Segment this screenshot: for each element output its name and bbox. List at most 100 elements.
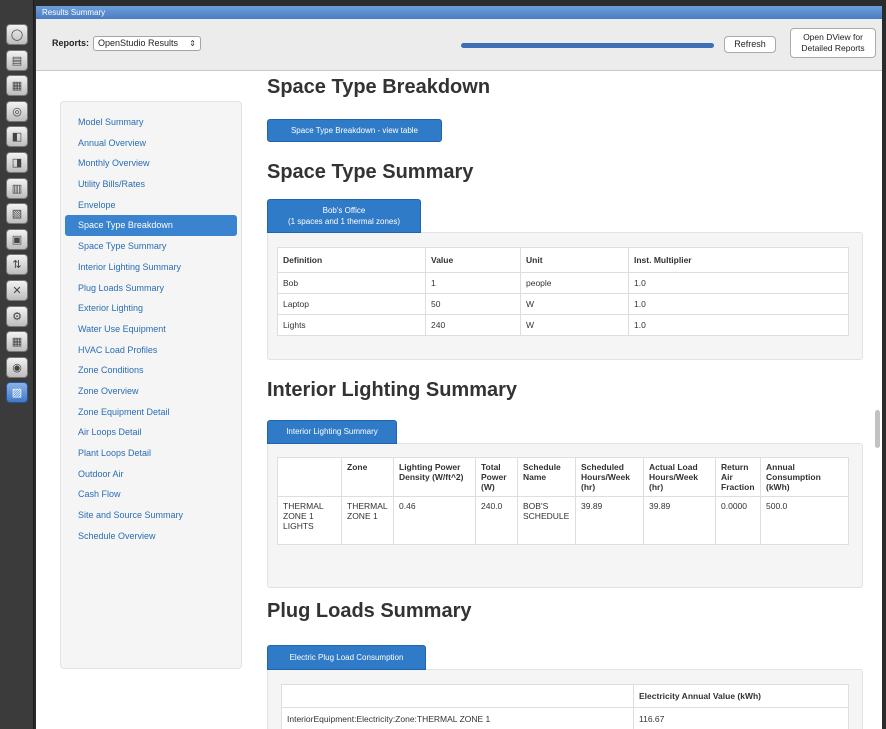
nav-item[interactable]: Interior Lighting Summary (61, 257, 241, 278)
table-cell: THERMAL ZONE 1 (341, 496, 394, 545)
space-type-table: Definition Value Unit Inst. Multiplier Bob 1 p… (277, 247, 849, 336)
dview-line-2: Detailed Reports (801, 43, 865, 53)
spaces-icon-glyph: ▥ (11, 181, 23, 195)
report-content[interactable]: Model Summary Annual Overview Monthly Over… (36, 72, 882, 729)
geometry-icon[interactable]: ◧ (6, 126, 28, 148)
column-header: Definition (277, 247, 426, 273)
column-header (281, 684, 634, 708)
facility-icon[interactable]: ◨ (6, 152, 28, 173)
table-cell: 39.89 (643, 496, 716, 545)
nav-item[interactable]: Monthly Overview (61, 153, 241, 174)
table-cell: 50 (425, 293, 521, 315)
table-cell: Laptop (277, 293, 426, 315)
tab-subtitle: (1 spaces and 1 thermal zones) (287, 217, 401, 226)
nav-item[interactable]: Space Type Breakdown (65, 215, 237, 237)
scripts-icon-glyph: ◉ (12, 360, 22, 374)
nav-item[interactable]: Exterior Lighting (61, 298, 241, 319)
table-cell: THERMAL ZONE 1 LIGHTS (277, 496, 342, 545)
summary-icon-glyph: ▨ (11, 386, 23, 400)
open-dview-button[interactable]: Open DView for Detailed Reports (790, 28, 876, 58)
run-icon[interactable]: ⚙ (6, 305, 28, 327)
measures-icon-glyph: ✕ (12, 284, 22, 297)
column-header: Scheduled Hours/Week (hr) (575, 457, 644, 497)
run-icon-glyph: ⚙ (12, 309, 22, 323)
table-row: Bob 1 people 1.0 (277, 272, 849, 294)
nav-item[interactable]: HVAC Load Profiles (61, 340, 241, 361)
table-cell: W (520, 293, 629, 315)
nav-item[interactable]: Model Summary (61, 112, 241, 133)
interior-lighting-table: Zone Lighting Power Density (W/ft^2) Total… (277, 457, 849, 545)
tab-title: Bob's Office (322, 206, 366, 215)
table-cell: Bob (277, 272, 426, 294)
column-header: Schedule Name (517, 457, 576, 497)
outputs-icon[interactable]: ⇅ (6, 254, 28, 276)
nav-item[interactable]: Envelope (61, 195, 241, 216)
nav-item[interactable]: Outdoor Air (61, 464, 241, 485)
nav-item[interactable]: Space Type Summary (61, 236, 241, 257)
table-cell: 0.46 (393, 496, 476, 545)
report-select[interactable]: OpenStudio Results ⇕ (93, 36, 201, 51)
column-header: Electricity Annual Value (kWh) (633, 684, 849, 708)
site-icon[interactable]: ◯ (6, 24, 28, 45)
summary-icon[interactable]: ▨ (6, 382, 28, 404)
nav-item[interactable]: Plug Loads Summary (61, 278, 241, 299)
site-icon-glyph: ◯ (10, 28, 24, 41)
table-header-row: Zone Lighting Power Density (W/ft^2) Total… (277, 457, 849, 497)
refresh-button[interactable]: Refresh (724, 36, 776, 53)
space-types-icon[interactable]: ◎ (6, 100, 28, 122)
table-cell: 1.0 (628, 293, 849, 315)
column-header: Unit (520, 247, 629, 273)
table-cell: Lights (277, 314, 426, 336)
progress-fill (461, 43, 714, 48)
nav-item[interactable]: Schedule Overview (61, 526, 241, 547)
select-arrows-icon: ⇕ (189, 39, 196, 48)
nav-item[interactable]: Site and Source Summary (61, 505, 241, 526)
thermal-zones-icon[interactable]: ▧ (6, 203, 28, 225)
column-header (277, 457, 342, 497)
heading-plug-loads: Plug Loads Summary (267, 600, 472, 622)
table-cell: 240 (425, 314, 521, 336)
heading-space-type-summary: Space Type Summary (267, 161, 474, 183)
geometry-icon-glyph: ◧ (11, 130, 23, 144)
interior-lighting-tab[interactable]: Interior Lighting Summary (267, 420, 397, 444)
nav-item[interactable]: Zone Overview (61, 381, 241, 402)
nav-item[interactable]: Water Use Equipment (61, 319, 241, 340)
thermal-zones-icon-glyph: ▧ (11, 207, 23, 221)
table-header-row: Electricity Annual Value (kWh) (281, 684, 849, 708)
nav-item[interactable]: Plant Loops Detail (61, 443, 241, 464)
table-cell: 39.89 (575, 496, 644, 545)
table-row: Laptop 50 W 1.0 (277, 293, 849, 315)
column-header: Value (425, 247, 521, 273)
plug-loads-table: Electricity Annual Value (kWh) InteriorEq… (281, 684, 849, 729)
nav-item[interactable]: Cash Flow (61, 484, 241, 505)
table-row: THERMAL ZONE 1 LIGHTS THERMAL ZONE 1 0.46 2… (277, 496, 849, 545)
nav-item[interactable]: Zone Equipment Detail (61, 402, 241, 423)
column-header: Annual Consumption (kWh) (760, 457, 849, 497)
table-cell: 1.0 (628, 272, 849, 294)
hvac-icon[interactable]: ▣ (6, 228, 28, 250)
bobs-office-tab[interactable]: Bob's Office (1 spaces and 1 thermal zon… (267, 199, 421, 233)
loads-icon[interactable]: ▦ (6, 75, 28, 97)
scripts-icon[interactable]: ◉ (6, 356, 28, 378)
facility-icon-glyph: ◨ (11, 156, 23, 169)
reports-label: Reports: (52, 38, 90, 48)
table-cell: 1 (425, 272, 521, 294)
nav-item[interactable]: Air Loops Detail (61, 422, 241, 443)
table-cell: people (520, 272, 629, 294)
scrollbar[interactable] (875, 410, 880, 448)
building-icon[interactable]: ▤ (6, 49, 28, 71)
spaces-icon[interactable]: ▥ (6, 177, 28, 199)
nav-item[interactable]: Annual Overview (61, 133, 241, 154)
column-header: Return Air Fraction (715, 457, 761, 497)
measures-icon[interactable]: ✕ (6, 280, 28, 301)
building-icon-glyph: ▤ (11, 53, 23, 67)
table-header-row: Definition Value Unit Inst. Multiplier (277, 247, 849, 273)
nav-item[interactable]: Zone Conditions (61, 360, 241, 381)
plug-load-tab[interactable]: Electric Plug Load Consumption (267, 645, 426, 670)
nav-item[interactable]: Utility Bills/Rates (61, 174, 241, 195)
results-icon[interactable]: ▦ (6, 331, 28, 353)
column-header: Lighting Power Density (W/ft^2) (393, 457, 476, 497)
table-row: InteriorEquipment:Electricity:Zone:THERM… (281, 707, 849, 729)
space-type-breakdown-button[interactable]: Space Type Breakdown - view table (267, 119, 442, 142)
table-cell: BOB'S SCHEDULE (517, 496, 576, 545)
